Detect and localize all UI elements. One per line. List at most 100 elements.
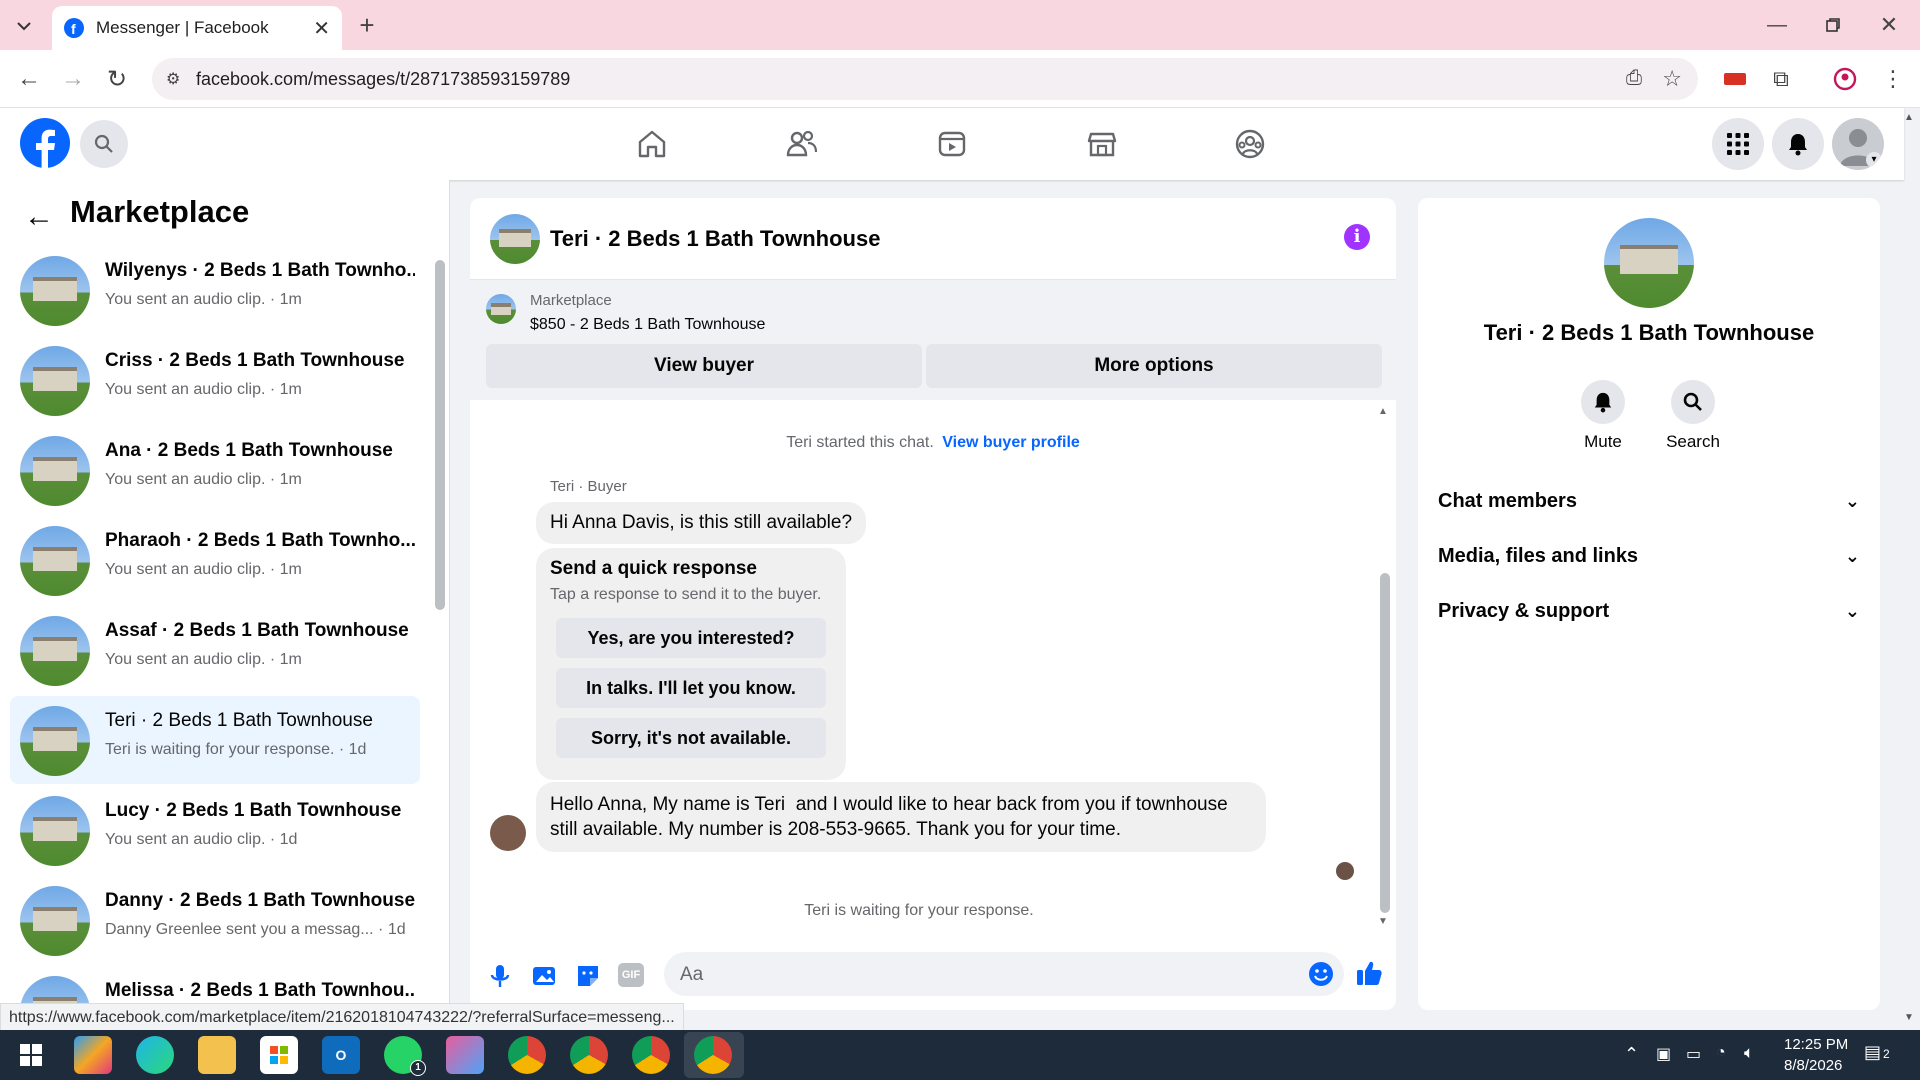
quick-reply-button[interactable]: Sorry, it's not available.	[556, 718, 826, 758]
page-scroll-down-icon[interactable]: ▼	[1904, 1012, 1914, 1023]
wifi-icon[interactable]: ◔	[1716, 1044, 1726, 1062]
info-icon[interactable]: i	[1344, 224, 1370, 250]
conversation-item[interactable]: Wilyenys · 2 Beds 1 Bath Townho... You s…	[10, 246, 420, 334]
chrome-menu-icon[interactable]: ⋮	[1878, 64, 1908, 94]
listing-avatar-large[interactable]	[1604, 218, 1694, 308]
site-info-icon[interactable]: ⚙	[166, 69, 180, 89]
account-avatar[interactable]: ▾	[1832, 118, 1884, 170]
back-arrow-icon[interactable]: ←	[24, 200, 54, 234]
scroll-up-arrow-icon[interactable]: ▲	[1378, 406, 1388, 417]
conversation-item[interactable]: Ana · 2 Beds 1 Bath Townhouse You sent a…	[10, 426, 420, 514]
listing-thumbnail	[20, 346, 90, 416]
conversation-item-active[interactable]: Teri · 2 Beds 1 Bath Townhouse Teri is w…	[10, 696, 420, 784]
thumbs-up-icon[interactable]	[1354, 958, 1384, 988]
clock-date[interactable]: 8/8/2026	[1784, 1057, 1842, 1074]
chevron-down-icon: ⌄	[1844, 545, 1860, 566]
conversation-item[interactable]: Melissa · 2 Beds 1 Bath Townhou...	[10, 966, 420, 1008]
nav-marketplace-icon[interactable]	[1080, 122, 1124, 166]
view-buyer-profile-link[interactable]: View buyer profile	[942, 434, 1080, 451]
privacy-support-section[interactable]: Privacy & support ⌄	[1438, 591, 1860, 631]
listing-thumbnail	[20, 796, 90, 866]
message-text: Hi Anna Davis, is this still available?	[550, 512, 853, 533]
conversation-item[interactable]: Pharaoh · 2 Beds 1 Bath Townho... You se…	[10, 516, 420, 604]
url-field[interactable]: ⚙ facebook.com/messages/t/28717385931597…	[152, 58, 1698, 100]
mute-button[interactable]: Mute	[1570, 380, 1636, 452]
page-scroll-up-icon[interactable]: ▲	[1904, 112, 1914, 123]
edge-icon[interactable]	[136, 1036, 174, 1074]
list-scrollbar[interactable]	[435, 260, 445, 610]
menu-grid-button[interactable]	[1712, 118, 1764, 170]
scroll-down-arrow-icon[interactable]: ▼	[1378, 916, 1388, 927]
buyer-avatar[interactable]	[490, 815, 526, 851]
notification-center-icon[interactable]: ▤ 2	[1864, 1042, 1890, 1063]
tab-search-icon[interactable]	[10, 12, 38, 40]
tab-messenger[interactable]: f Messenger | Facebook ✕	[52, 6, 342, 50]
bookmark-star-icon[interactable]: ☆	[1662, 66, 1682, 92]
more-options-button[interactable]: More options	[926, 344, 1382, 388]
message-input[interactable]: Aa	[664, 952, 1344, 996]
sticker-icon[interactable]	[574, 962, 602, 990]
chat-avatar[interactable]	[490, 214, 540, 264]
chrome-profile-icon[interactable]	[632, 1036, 670, 1074]
new-tab-icon[interactable]: +	[352, 10, 382, 40]
extensions-puzzle-icon[interactable]: ⧉	[1766, 64, 1796, 94]
profile-icon[interactable]	[1830, 64, 1860, 94]
tab-close-icon[interactable]: ✕	[313, 16, 330, 41]
minimize-icon[interactable]: —	[1762, 10, 1792, 40]
conversation-preview: You sent an audio clip. · 1m	[105, 561, 302, 578]
tray-meet-icon[interactable]: ▣	[1656, 1044, 1671, 1064]
volume-icon[interactable]: 🔈︎	[1744, 1043, 1754, 1063]
paint-icon[interactable]	[446, 1036, 484, 1074]
whatsapp-icon[interactable]: 1	[384, 1036, 426, 1076]
store-icon[interactable]	[260, 1036, 298, 1074]
chat-scrollbar[interactable]	[1380, 573, 1390, 913]
nav-video-icon[interactable]	[930, 122, 974, 166]
chat-members-section[interactable]: Chat members ⌄	[1438, 481, 1860, 521]
notifications-button[interactable]	[1772, 118, 1824, 170]
started-note-text: Teri started this chat.	[786, 434, 934, 451]
conversation-item[interactable]: Assaf · 2 Beds 1 Bath Townhouse You sent…	[10, 606, 420, 694]
conversation-item[interactable]: Danny · 2 Beds 1 Bath Townhouse Danny Gr…	[10, 876, 420, 964]
nav-friends-icon[interactable]	[780, 122, 824, 166]
facebook-search-button[interactable]	[80, 120, 128, 168]
nav-groups-icon[interactable]	[1228, 122, 1272, 166]
back-icon[interactable]: ←	[12, 62, 46, 96]
battery-icon[interactable]: ▭	[1686, 1044, 1701, 1064]
listing-thumbnail	[20, 886, 90, 956]
outlook-icon[interactable]: O	[322, 1036, 360, 1074]
quick-reply-button[interactable]: In talks. I'll let you know.	[556, 668, 826, 708]
copilot-icon[interactable]	[74, 1036, 112, 1074]
microphone-icon[interactable]	[486, 962, 514, 990]
conversation-item[interactable]: Lucy · 2 Beds 1 Bath Townhouse You sent …	[10, 786, 420, 874]
photo-icon[interactable]	[530, 962, 558, 990]
install-app-icon[interactable]: ⎙	[1626, 67, 1642, 90]
quick-reply-button[interactable]: Yes, are you interested?	[556, 618, 826, 658]
nav-home-icon[interactable]	[630, 122, 674, 166]
forward-icon[interactable]: →	[56, 62, 90, 96]
section-label: Chat members	[1438, 489, 1577, 512]
facebook-logo-icon[interactable]	[20, 118, 70, 168]
gif-icon[interactable]: GIF	[618, 963, 644, 987]
file-explorer-icon[interactable]	[198, 1036, 236, 1074]
extension-red-icon[interactable]	[1720, 64, 1750, 94]
emoji-icon[interactable]	[1308, 961, 1334, 987]
media-files-links-section[interactable]: Media, files and links ⌄	[1438, 536, 1860, 576]
conversation-item[interactable]: Criss · 2 Beds 1 Bath Townhouse You sent…	[10, 336, 420, 424]
reload-icon[interactable]: ↻	[100, 62, 134, 96]
chrome-profile-icon[interactable]	[570, 1036, 608, 1074]
pane-title: Marketplace	[70, 194, 250, 229]
listing-title[interactable]: $850 - 2 Beds 1 Bath Townhouse	[530, 316, 765, 334]
chat-title[interactable]: Teri · 2 Beds 1 Bath Townhouse	[550, 226, 880, 252]
clock-time[interactable]: 12:25 PM	[1784, 1036, 1848, 1053]
windows-start-icon[interactable]	[12, 1036, 50, 1074]
tray-chevron-icon[interactable]: ⌃	[1624, 1044, 1639, 1065]
url-text: facebook.com/messages/t/2871738593159789	[196, 68, 571, 89]
view-buyer-button[interactable]: View buyer	[486, 344, 922, 388]
chrome-active-icon[interactable]	[694, 1036, 732, 1074]
search-conversation-button[interactable]: Search	[1660, 380, 1726, 452]
close-window-icon[interactable]: ✕	[1874, 10, 1904, 40]
chrome-icon[interactable]	[508, 1036, 546, 1074]
sender-label: Teri · Buyer	[550, 478, 627, 495]
listing-small-thumbnail	[486, 294, 516, 324]
restore-icon[interactable]	[1818, 10, 1848, 40]
